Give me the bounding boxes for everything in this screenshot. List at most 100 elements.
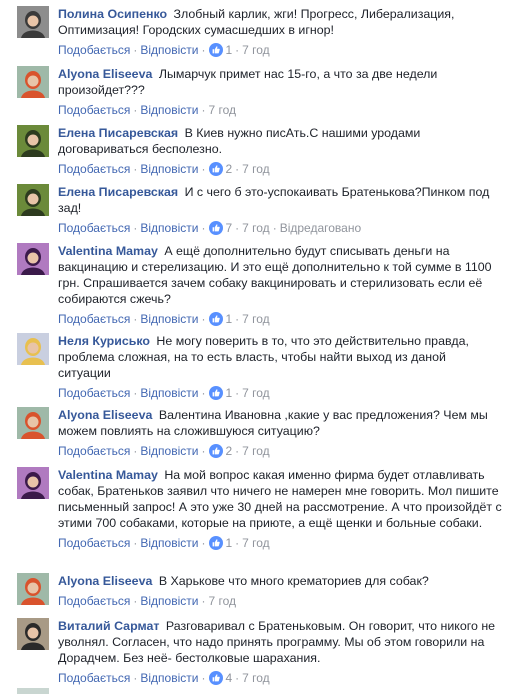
timestamp[interactable]: 7 год — [208, 594, 236, 608]
reactions[interactable]: · 1 — [198, 386, 232, 400]
comment-body: Valentina Mamay А ещё дополнительно буду… — [58, 243, 502, 330]
separator: · — [201, 671, 206, 685]
avatar[interactable] — [17, 125, 49, 157]
author-name[interactable]: Valentina Mamay — [58, 244, 161, 258]
comment-text-block: Елена Писаревская И с чего б это-успокаи… — [58, 184, 502, 216]
reactions[interactable]: · 1 — [198, 312, 232, 326]
reply-button[interactable]: Відповісти — [140, 594, 198, 608]
separator: · — [201, 536, 206, 550]
timestamp[interactable]: 7 год — [242, 671, 270, 685]
like-button[interactable]: Подобається — [58, 162, 130, 176]
timestamp[interactable]: 7 год — [242, 312, 270, 326]
timestamp[interactable]: 7 год — [242, 386, 270, 400]
separator: · — [201, 162, 206, 176]
timestamp[interactable]: 7 год — [242, 444, 270, 458]
avatar[interactable] — [17, 184, 49, 216]
comment-body: Полина Осипенко Злобный карлик, жги! Про… — [58, 6, 502, 61]
like-thumb-icon — [209, 43, 224, 61]
separator: · — [235, 43, 240, 57]
reply-button[interactable]: Відповісти — [140, 103, 198, 117]
separator: · — [133, 536, 138, 550]
comment-text-block: Полина Осипенко Злобный карлик, жги! Про… — [58, 6, 502, 38]
author-name[interactable]: Alyona Eliseeva — [58, 67, 156, 81]
separator: · — [235, 312, 240, 326]
comment-text-block: Елена Писаревская В Киев нужно писАть.С … — [58, 125, 502, 157]
author-name[interactable]: Елена Писаревская — [58, 126, 182, 140]
like-thumb-icon — [209, 386, 224, 404]
like-button[interactable]: Подобається — [58, 444, 130, 458]
avatar[interactable] — [17, 467, 49, 499]
timestamp[interactable]: 7 год — [208, 103, 236, 117]
separator: · — [201, 103, 206, 117]
comment-actions: Подобається · Відповісти · 1 · 7 год — [58, 42, 502, 61]
reactions[interactable]: · 1 — [198, 43, 232, 57]
avatar[interactable] — [17, 66, 49, 98]
reply-button[interactable]: Відповісти — [140, 312, 198, 326]
comment-body: Елена Писаревская В Киев нужно писАть.С … — [58, 125, 502, 180]
reply-button[interactable]: Відповісти — [140, 162, 198, 176]
comment-actions: Подобається · Відповісти · 2 · 7 год — [58, 161, 502, 180]
avatar[interactable] — [17, 6, 49, 38]
like-thumb-icon — [209, 312, 224, 330]
separator: · — [201, 312, 206, 326]
comment-text-block: Alyona Eliseeva Лымарчук примет нас 15-г… — [58, 66, 502, 98]
like-button[interactable]: Подобається — [58, 536, 130, 550]
timestamp[interactable]: 7 год — [242, 536, 270, 550]
timestamp[interactable]: 7 год — [242, 162, 270, 176]
comment-text: В Харькове что много крематориев для соб… — [158, 574, 429, 588]
separator: · — [133, 103, 138, 117]
reply-button[interactable]: Відповісти — [140, 444, 198, 458]
like-button[interactable]: Подобається — [58, 594, 130, 608]
comment-text-block: Alyona Eliseeva В Харькове что много кре… — [58, 573, 502, 589]
like-button[interactable]: Подобається — [58, 386, 130, 400]
comment-body: Valentina Mamay На мой вопрос какая имен… — [58, 467, 502, 554]
separator: · — [235, 671, 240, 685]
author-name[interactable]: Alyona Eliseeva — [58, 408, 156, 422]
author-name[interactable]: Valentina Mamay — [58, 468, 161, 482]
like-button[interactable]: Подобається — [58, 671, 130, 685]
reactions[interactable]: · 1 — [198, 536, 232, 550]
separator: · — [133, 221, 138, 235]
reply-button[interactable]: Відповісти — [140, 536, 198, 550]
separator: · — [133, 312, 138, 326]
timestamp[interactable]: 7 год — [242, 221, 270, 235]
reply-button[interactable]: Відповісти — [140, 221, 198, 235]
comment-text-block: Неля Курисько Не могу поверить в то, что… — [58, 333, 502, 381]
reactions[interactable]: · 4 — [198, 671, 232, 685]
reactions[interactable]: · 7 — [198, 221, 232, 235]
reply-button[interactable]: Відповісти — [140, 671, 198, 685]
comment-actions: Подобається · Відповісти · 1 · 7 год — [58, 535, 502, 554]
like-button[interactable]: Подобається — [58, 43, 130, 57]
avatar[interactable] — [17, 243, 49, 275]
reactions[interactable]: · 2 — [198, 444, 232, 458]
reactions[interactable]: · 2 — [198, 162, 232, 176]
comment-text-block: Alyona Eliseeva Валентина Ивановна ,каки… — [58, 407, 502, 439]
separator: · — [133, 162, 138, 176]
author-name[interactable]: Alyona Eliseeva — [58, 574, 156, 588]
separator: · — [235, 444, 240, 458]
edited-marker[interactable]: · Відредаговано — [270, 221, 361, 235]
separator: · — [235, 221, 240, 235]
avatar[interactable] — [17, 618, 49, 650]
avatar[interactable] — [17, 407, 49, 439]
reply-button[interactable]: Відповісти — [140, 386, 198, 400]
author-name[interactable]: Виталий Сармат — [58, 619, 163, 633]
separator: · — [235, 386, 240, 400]
reply-button[interactable]: Відповісти — [140, 43, 198, 57]
separator: · — [133, 43, 138, 57]
like-thumb-icon — [209, 444, 224, 462]
separator: · — [201, 444, 206, 458]
author-name[interactable]: Елена Писаревская — [58, 185, 182, 199]
like-button[interactable]: Подобається — [58, 221, 130, 235]
comment-actions: Подобається · Відповісти · 7 год — [58, 593, 502, 609]
comment-actions: Подобається · Відповісти · 2 · 7 год — [58, 443, 502, 462]
avatar[interactable] — [17, 333, 49, 365]
like-button[interactable]: Подобається — [58, 103, 130, 117]
author-name[interactable]: Полина Осипенко — [58, 7, 171, 21]
separator: · — [235, 536, 240, 550]
separator: · — [133, 444, 138, 458]
author-name[interactable]: Неля Курисько — [58, 334, 153, 348]
timestamp[interactable]: 7 год — [242, 43, 270, 57]
like-button[interactable]: Подобається — [58, 312, 130, 326]
avatar[interactable] — [17, 573, 49, 605]
